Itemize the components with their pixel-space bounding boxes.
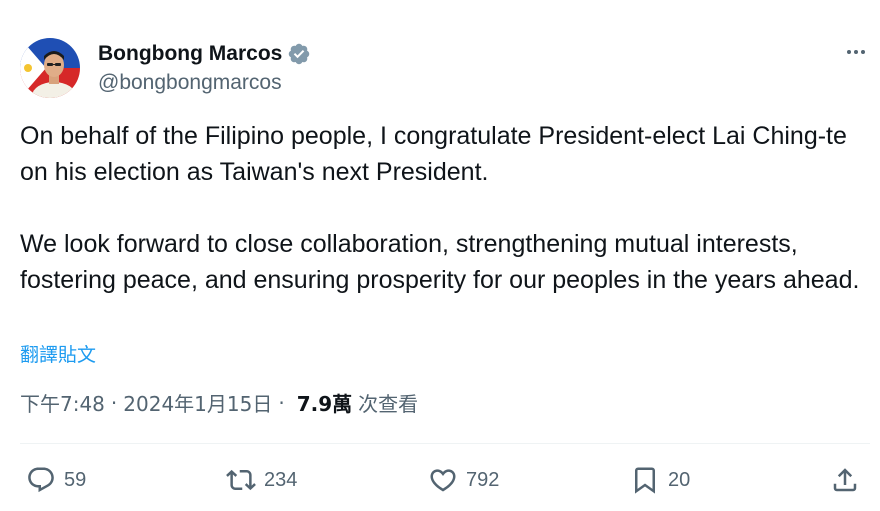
- meta-separator: ·: [278, 390, 285, 415]
- divider: [20, 443, 870, 444]
- name-row: Bongbong Marcos: [98, 41, 311, 67]
- views-label: 次查看: [358, 392, 419, 416]
- reply-count: 59: [64, 468, 87, 491]
- bookmark-icon: [635, 467, 655, 494]
- tweet-text: On behalf of the Filipino people, I cong…: [20, 118, 870, 298]
- tweet-time[interactable]: 下午7:48: [20, 388, 105, 417]
- views-count[interactable]: 7.9萬: [297, 388, 352, 417]
- repost-icon: [226, 469, 256, 491]
- tweet-paragraph: On behalf of the Filipino people, I cong…: [20, 122, 847, 186]
- meta-separator: ·: [110, 390, 118, 415]
- share-icon: [833, 468, 857, 492]
- tweet-header: Bongbong Marcos @bongbongmarcos: [20, 38, 311, 98]
- tweet-paragraph: We look forward to close collaboration, …: [20, 230, 860, 294]
- author-identity: Bongbong Marcos @bongbongmarcos: [98, 41, 311, 95]
- more-options-button[interactable]: [844, 40, 868, 64]
- author-handle[interactable]: @bongbongmarcos: [98, 71, 311, 95]
- tweet-card: Bongbong Marcos @bongbongmarcos On behal…: [0, 0, 880, 511]
- tweet-meta: 下午7:48 · 2024年1月15日 · 7.9萬 次查看: [20, 388, 418, 417]
- avatar[interactable]: [20, 38, 80, 98]
- like-button[interactable]: 792: [428, 458, 499, 502]
- like-count: 792: [466, 468, 500, 491]
- tweet-date[interactable]: 2024年1月15日: [123, 388, 272, 417]
- share-button[interactable]: [830, 458, 860, 502]
- author-display-name[interactable]: Bongbong Marcos: [98, 42, 282, 66]
- heart-icon: [430, 469, 456, 492]
- reply-button[interactable]: 59: [26, 458, 86, 502]
- more-horizontal-icon: [847, 50, 865, 54]
- avatar-image: [20, 38, 80, 98]
- action-bar: 59 234 792 20: [0, 458, 880, 502]
- verified-badge-icon[interactable]: [287, 42, 311, 66]
- translate-post-link[interactable]: 翻譯貼文: [20, 340, 96, 367]
- repost-button[interactable]: 234: [226, 458, 297, 502]
- repost-count: 234: [264, 468, 298, 491]
- reply-icon: [28, 467, 54, 493]
- bookmark-count: 20: [668, 468, 691, 491]
- bookmark-button[interactable]: 20: [630, 458, 690, 502]
